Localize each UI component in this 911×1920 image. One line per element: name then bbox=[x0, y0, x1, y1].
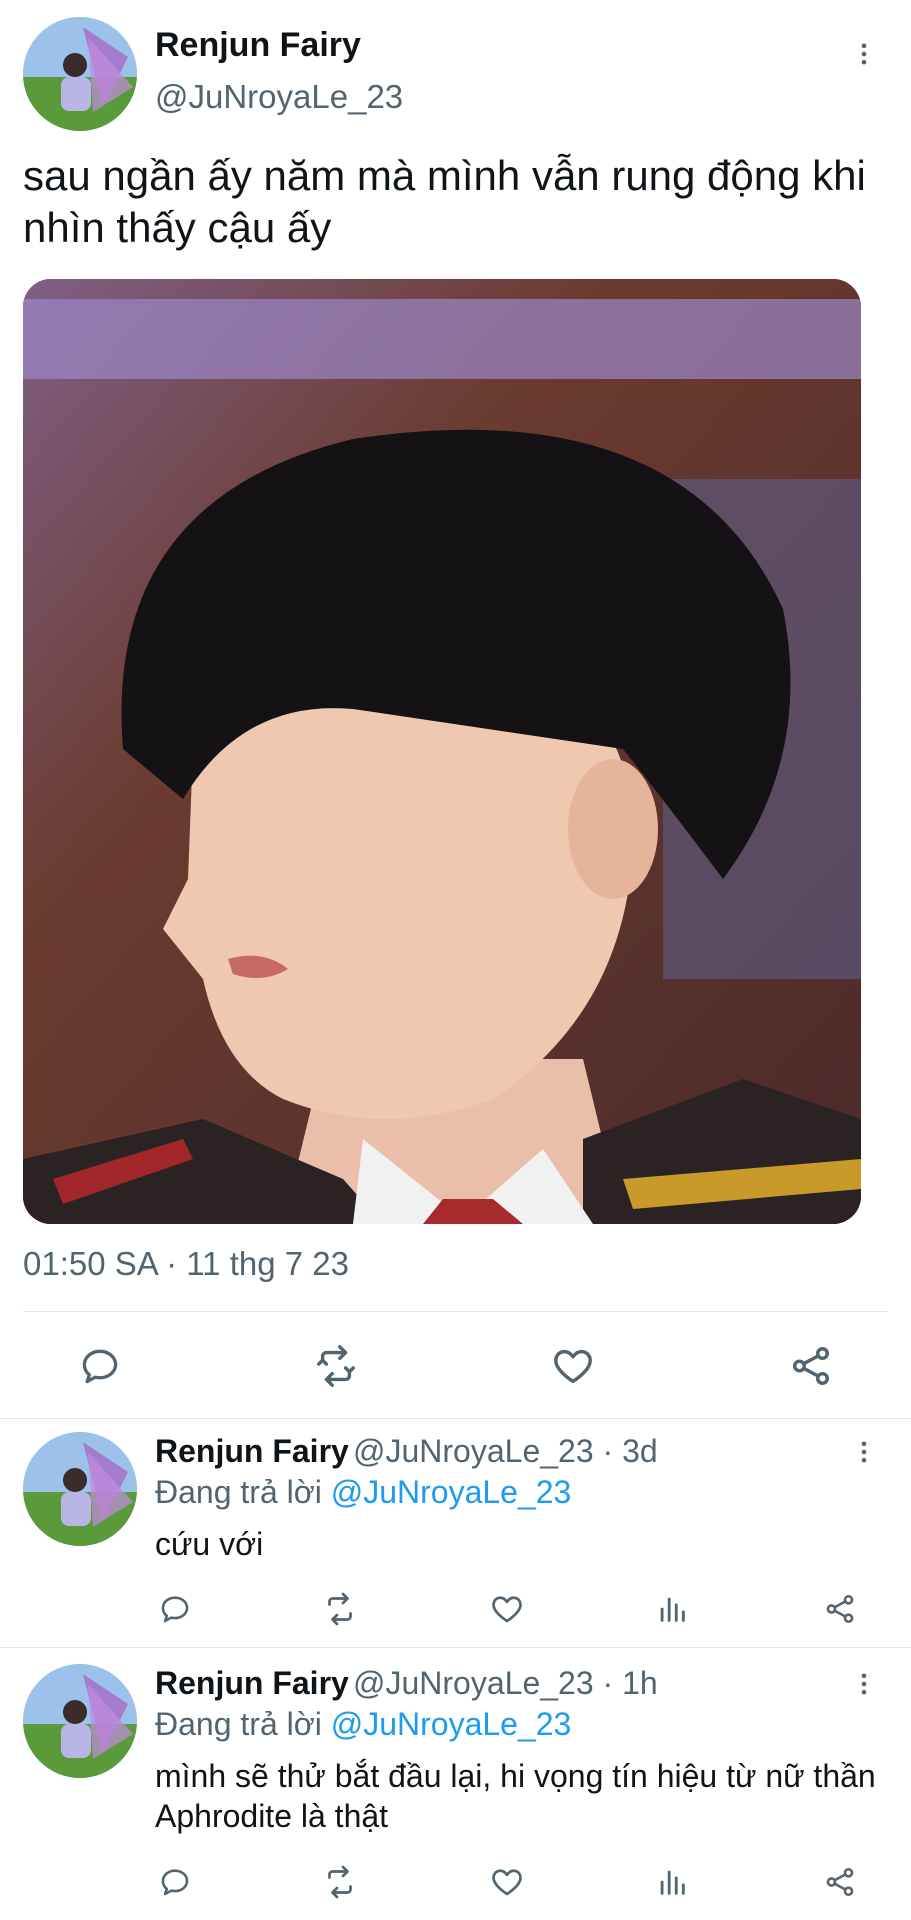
more-options-button[interactable] bbox=[844, 34, 884, 74]
reply-text: mình sẽ thử bắt đầu lại, hi vọng tín hiệ… bbox=[155, 1758, 876, 1834]
like-icon bbox=[492, 1869, 522, 1896]
share-button[interactable] bbox=[781, 1336, 841, 1396]
author-avatar[interactable] bbox=[23, 1432, 137, 1546]
analytics-button[interactable] bbox=[652, 1589, 692, 1629]
retweet-icon bbox=[317, 1345, 355, 1387]
share-icon bbox=[826, 1867, 854, 1897]
avatar-image bbox=[23, 1432, 137, 1546]
more-vertical-icon bbox=[861, 1441, 867, 1463]
share-icon bbox=[792, 1347, 830, 1385]
share-button[interactable] bbox=[820, 1589, 860, 1629]
tweet-photo[interactable] bbox=[23, 279, 861, 1224]
divider bbox=[0, 1418, 911, 1419]
retweet-button[interactable] bbox=[306, 1336, 366, 1396]
like-button[interactable] bbox=[487, 1589, 527, 1629]
share-button[interactable] bbox=[820, 1862, 860, 1902]
more-options-button[interactable] bbox=[844, 1664, 884, 1704]
mention-link[interactable]: @JuNroyaLe_23 bbox=[331, 1474, 572, 1510]
replying-prefix: Đang trả lời bbox=[155, 1474, 322, 1510]
author-avatar[interactable] bbox=[23, 1664, 137, 1778]
replying-prefix: Đang trả lời bbox=[155, 1706, 322, 1742]
reply-icon bbox=[82, 1349, 118, 1384]
like-button[interactable] bbox=[487, 1862, 527, 1902]
replying-to: Đang trả lời @JuNroyaLe_23 bbox=[155, 1474, 571, 1511]
divider bbox=[0, 1647, 911, 1648]
share-icon bbox=[826, 1594, 854, 1624]
reply-icon bbox=[161, 1596, 189, 1623]
analytics-icon bbox=[660, 1597, 685, 1622]
author-handle[interactable]: @JuNroyaLe_23 bbox=[155, 78, 403, 116]
reply-button[interactable] bbox=[70, 1336, 130, 1396]
like-icon bbox=[492, 1596, 522, 1623]
retweet-icon bbox=[328, 1865, 352, 1899]
author-handle[interactable]: @JuNroyaLe_23 · 3d bbox=[353, 1433, 658, 1470]
avatar-image bbox=[23, 1664, 137, 1778]
author-handle[interactable]: @JuNroyaLe_23 · 1h bbox=[353, 1665, 658, 1702]
retweet-button[interactable] bbox=[320, 1589, 360, 1629]
retweet-button[interactable] bbox=[320, 1862, 360, 1902]
retweet-icon bbox=[328, 1592, 352, 1626]
reply-button[interactable] bbox=[155, 1862, 195, 1902]
divider bbox=[23, 1311, 887, 1312]
tweet-text: sau ngần ấy năm mà mình vẫn rung động kh… bbox=[23, 152, 866, 251]
reply-text: cứu với bbox=[155, 1526, 264, 1562]
analytics-button[interactable] bbox=[652, 1862, 692, 1902]
reply-icon bbox=[161, 1869, 189, 1896]
author-name[interactable]: Renjun Fairy bbox=[155, 26, 361, 65]
author-name[interactable]: Renjun Fairy bbox=[155, 1665, 349, 1702]
like-button[interactable] bbox=[543, 1336, 603, 1396]
replying-to: Đang trả lời @JuNroyaLe_23 bbox=[155, 1706, 571, 1743]
author-avatar[interactable] bbox=[23, 17, 137, 131]
photo-image bbox=[23, 279, 861, 1224]
author-name[interactable]: Renjun Fairy bbox=[155, 1433, 349, 1470]
analytics-icon bbox=[660, 1870, 685, 1895]
more-vertical-icon bbox=[861, 1673, 867, 1695]
like-icon bbox=[554, 1349, 592, 1384]
tweet-timestamp[interactable]: 01:50 SA · 11 thg 7 23 bbox=[23, 1245, 349, 1283]
mention-link[interactable]: @JuNroyaLe_23 bbox=[331, 1706, 572, 1742]
more-vertical-icon bbox=[861, 43, 867, 65]
avatar-image bbox=[23, 17, 137, 131]
reply-button[interactable] bbox=[155, 1589, 195, 1629]
more-options-button[interactable] bbox=[844, 1432, 884, 1472]
